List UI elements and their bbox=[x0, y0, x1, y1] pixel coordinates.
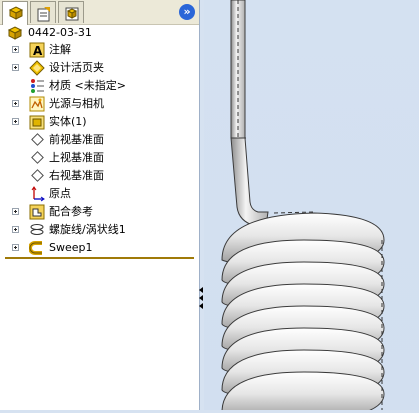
tab-propertymanager[interactable] bbox=[30, 1, 56, 23]
tree-item-label: Sweep1 bbox=[49, 241, 93, 254]
feature-tree: 0442-03-31 A 注解 设计活页夹 材质 <未指定> 光源与相机 实体(… bbox=[0, 24, 199, 257]
tree-item-label: 设计活页夹 bbox=[49, 61, 104, 74]
tree-item-material[interactable]: 材质 <未指定> bbox=[0, 77, 199, 95]
tree-item-right-plane[interactable]: 右视基准面 bbox=[0, 167, 199, 185]
expand-toggle[interactable] bbox=[12, 100, 19, 107]
tree-item-label: 原点 bbox=[49, 187, 71, 200]
panel-tabbar: » bbox=[0, 0, 199, 25]
tree-item-label: 右视基准面 bbox=[49, 169, 104, 182]
tree-item-label: 实体(1) bbox=[49, 115, 87, 128]
part-name: 0442-03-31 bbox=[28, 26, 92, 39]
tab-featuremanager[interactable] bbox=[2, 1, 28, 25]
sweep-icon bbox=[29, 241, 42, 255]
tree-item-top-plane[interactable]: 上视基准面 bbox=[0, 149, 199, 167]
solid-bodies-icon bbox=[29, 115, 45, 130]
tree-item-label: 上视基准面 bbox=[49, 151, 104, 164]
grip-arrow-icon bbox=[199, 303, 203, 309]
expand-toggle[interactable] bbox=[12, 244, 19, 251]
expand-toggle[interactable] bbox=[12, 118, 19, 125]
tree-item-label: 光源与相机 bbox=[49, 97, 104, 110]
wire-bend bbox=[230, 137, 269, 227]
material-icon bbox=[31, 79, 44, 93]
tree-item-label: 前视基准面 bbox=[49, 133, 104, 146]
tree-item-design-binder[interactable]: 设计活页夹 bbox=[0, 59, 199, 77]
featuremanager-icon bbox=[8, 6, 24, 20]
tree-item-front-plane[interactable]: 前视基准面 bbox=[0, 131, 199, 149]
expand-toggle[interactable] bbox=[12, 64, 19, 71]
tree-item-lights-cameras[interactable]: 光源与相机 bbox=[0, 95, 199, 113]
tree-item-mate-reference[interactable]: 配合参考 bbox=[0, 203, 199, 221]
configurationmanager-icon bbox=[65, 7, 79, 21]
expand-toggle[interactable] bbox=[12, 46, 19, 53]
part-icon bbox=[7, 26, 23, 40]
tree-item-label: 螺旋线/涡状线1 bbox=[49, 223, 126, 236]
plane-icon bbox=[31, 169, 44, 182]
tree-item-label: 注解 bbox=[49, 43, 71, 56]
spring-model bbox=[221, 0, 385, 413]
plane-icon bbox=[31, 151, 44, 164]
lights-cameras-icon bbox=[29, 96, 45, 112]
tree-item-helix[interactable]: 螺旋线/涡状线1 bbox=[0, 221, 199, 239]
expand-toggle[interactable] bbox=[12, 226, 19, 233]
mate-reference-icon bbox=[29, 204, 45, 220]
graphics-viewport[interactable] bbox=[204, 0, 419, 413]
wire-straight bbox=[230, 0, 246, 139]
tree-item-sweep[interactable]: Sweep1 bbox=[0, 239, 199, 257]
expand-toggle[interactable] bbox=[12, 208, 19, 215]
origin-icon bbox=[31, 186, 45, 202]
tree-root[interactable]: 0442-03-31 bbox=[0, 24, 199, 41]
helix-icon bbox=[30, 224, 44, 235]
tab-configurationmanager[interactable] bbox=[58, 1, 84, 23]
design-binder-icon bbox=[29, 60, 45, 76]
propertymanager-icon bbox=[37, 7, 50, 22]
feature-manager-panel: » 0442-03-31 A 注解 设计活页夹 材质 <未指定> 光源与相机 实… bbox=[0, 0, 200, 410]
rollback-bar[interactable] bbox=[5, 257, 194, 259]
spring-coils bbox=[221, 211, 385, 413]
annotations-icon: A bbox=[29, 42, 45, 58]
tree-item-solid-bodies[interactable]: 实体(1) bbox=[0, 113, 199, 131]
tree-item-label: 材质 <未指定> bbox=[49, 79, 126, 92]
tree-item-annotations[interactable]: A 注解 bbox=[0, 41, 199, 59]
plane-icon bbox=[31, 133, 44, 146]
expand-panel-button[interactable]: » bbox=[179, 4, 195, 20]
svg-text:A: A bbox=[33, 44, 43, 58]
grip-arrow-icon bbox=[199, 295, 203, 301]
tree-item-label: 配合参考 bbox=[49, 205, 93, 218]
tree-item-origin[interactable]: 原点 bbox=[0, 185, 199, 203]
grip-arrow-icon bbox=[199, 287, 203, 293]
